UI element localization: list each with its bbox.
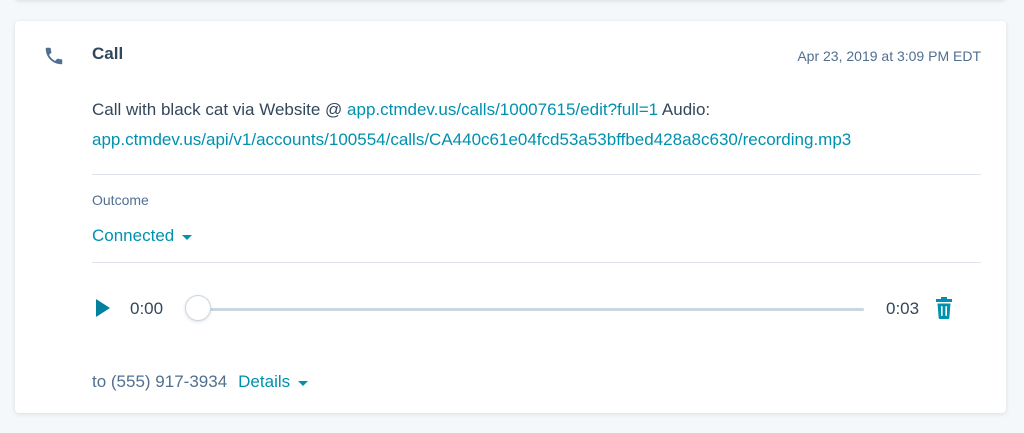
details-label: Details — [238, 372, 291, 391]
phone-icon — [43, 45, 65, 67]
recording-link[interactable]: app.ctmdev.us/api/v1/accounts/100554/cal… — [92, 130, 851, 149]
outcome-value: Connected — [92, 226, 175, 245]
outcome-dropdown[interactable]: Connected — [92, 226, 193, 246]
call-recipient: to (555) 917-3934 — [92, 372, 228, 391]
call-notes-audio-label: Audio: — [658, 100, 711, 119]
divider — [92, 262, 981, 263]
audio-current-time: 0:00 — [130, 299, 164, 318]
audio-total-time: 0:03 — [886, 299, 920, 318]
call-footer: to (555) 917-3934 Details — [92, 372, 309, 392]
trash-icon[interactable] — [935, 297, 953, 319]
activity-timestamp: Apr 23, 2019 at 3:09 PM EDT — [797, 48, 981, 64]
audio-seek-handle[interactable] — [185, 295, 211, 321]
details-dropdown[interactable]: Details — [238, 372, 309, 392]
divider — [92, 174, 981, 175]
caret-down-icon — [182, 234, 193, 240]
activity-type-label: Call — [92, 44, 124, 63]
caret-down-icon — [298, 380, 309, 386]
call-edit-link[interactable]: app.ctmdev.us/calls/10007615/edit?full=1 — [347, 100, 658, 119]
outcome-label: Outcome — [92, 192, 149, 208]
call-notes-prefix: Call with black cat via Website @ — [92, 100, 348, 119]
audio-progress-track[interactable] — [185, 295, 864, 321]
call-activity-card: Call Apr 23, 2019 at 3:09 PM EDT Call wi… — [15, 21, 1006, 413]
play-icon[interactable] — [96, 299, 110, 317]
call-notes: Call with black cat via Website @ app.ct… — [92, 95, 982, 155]
